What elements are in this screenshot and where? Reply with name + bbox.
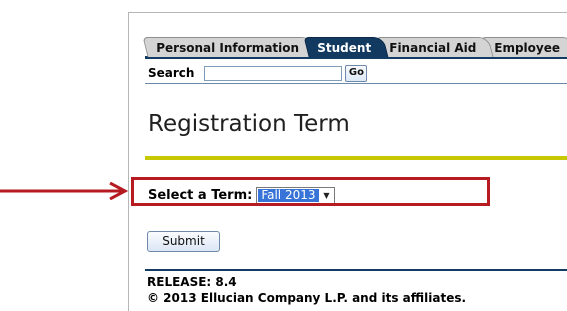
copyright-text: © 2013 Ellucian Company L.P. and its aff… <box>147 291 467 305</box>
tab-employee-label: Employee <box>493 40 560 55</box>
footer-divider <box>145 269 567 271</box>
search-input[interactable] <box>204 65 343 81</box>
tab-student[interactable]: Student <box>303 37 389 57</box>
tab-student-label: Student <box>316 40 371 55</box>
term-highlight-box <box>131 177 490 206</box>
tab-personal-information-label: Personal Information <box>156 40 299 55</box>
search-row: Search Go <box>148 64 368 82</box>
banner-page: Personal Information Student Financial A… <box>128 12 567 311</box>
submit-button[interactable]: Submit <box>147 231 220 252</box>
go-button[interactable]: Go <box>345 64 368 82</box>
page-title: Registration Term <box>148 111 350 137</box>
tab-personal-information[interactable]: Personal Information <box>142 37 317 57</box>
tab-financial-aid[interactable]: Financial Aid <box>375 37 494 57</box>
search-divider <box>145 83 567 84</box>
search-label: Search <box>148 66 195 80</box>
main-tab-bar: Personal Information Student Financial A… <box>142 33 567 57</box>
tab-employee[interactable]: Employee <box>480 37 567 57</box>
title-divider <box>145 156 567 160</box>
arrow-icon <box>0 182 129 200</box>
tab-financial-aid-label: Financial Aid <box>388 40 476 55</box>
release-version: RELEASE: 8.4 <box>147 275 237 289</box>
